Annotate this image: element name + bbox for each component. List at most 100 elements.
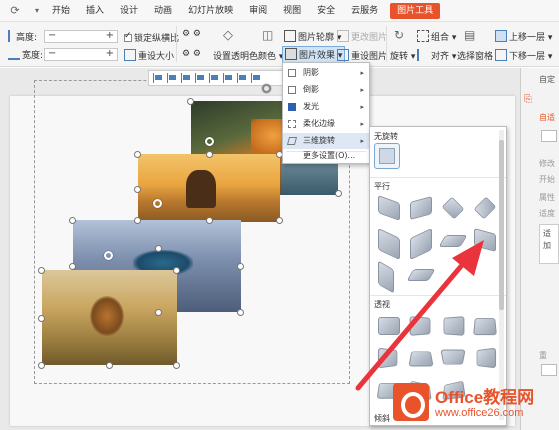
bring-forward-button[interactable]: 上移一层 ▾ bbox=[495, 30, 552, 43]
parallel-option-10[interactable] bbox=[406, 269, 436, 281]
rotate-handle-icon[interactable] bbox=[205, 137, 214, 146]
deer-photo[interactable] bbox=[138, 154, 280, 222]
align-center-icon[interactable] bbox=[167, 73, 178, 83]
distribute-h-icon[interactable] bbox=[237, 73, 248, 83]
resize-handle[interactable] bbox=[155, 245, 162, 252]
align-middle-icon[interactable] bbox=[209, 73, 220, 83]
align-right-icon[interactable] bbox=[181, 73, 192, 83]
tab-slideshow[interactable]: 幻灯片放映 bbox=[180, 0, 241, 22]
lock-ratio-checkbox[interactable]: 锁定纵横比 bbox=[124, 31, 179, 44]
perspective-option-3[interactable] bbox=[443, 316, 465, 336]
tab-insert[interactable]: 插入 bbox=[78, 0, 112, 22]
send-backward-button[interactable]: 下移一层 ▾ bbox=[495, 49, 552, 62]
scrollbar-thumb[interactable] bbox=[499, 140, 504, 310]
pane-field[interactable] bbox=[541, 364, 557, 376]
rotate-handle-icon[interactable] bbox=[153, 199, 162, 208]
resize-handle[interactable] bbox=[38, 362, 45, 369]
rotate-handle-icon[interactable] bbox=[262, 84, 271, 93]
resize-handle[interactable] bbox=[206, 151, 213, 158]
crop-icon[interactable]: ⚙ ⚙ bbox=[182, 29, 201, 39]
menu-item-3d-rotation[interactable]: 三维旋转 ▸ bbox=[283, 133, 369, 149]
resize-handle[interactable] bbox=[206, 217, 213, 224]
minus-icon[interactable]: − bbox=[48, 30, 56, 41]
parallel-option-5[interactable] bbox=[378, 227, 400, 261]
reset-size-button[interactable]: 重设大小 bbox=[124, 49, 174, 62]
resize-handle[interactable] bbox=[69, 263, 76, 270]
resize-handle[interactable] bbox=[134, 186, 141, 193]
tab-design[interactable]: 设计 bbox=[112, 0, 146, 22]
effects-button[interactable]: 图片效果 ▾ bbox=[282, 46, 346, 63]
menu-item-soft-edges[interactable]: 柔化边缘 ▸ bbox=[283, 116, 369, 132]
resize-handle[interactable] bbox=[38, 315, 45, 322]
resize-handle[interactable] bbox=[237, 309, 244, 316]
resize-handle[interactable] bbox=[237, 263, 244, 270]
parallel-option-6[interactable] bbox=[410, 227, 432, 261]
tab-animation[interactable]: 动画 bbox=[146, 0, 180, 22]
dropdown-icon[interactable]: ▾ bbox=[30, 6, 44, 15]
menu-item-shadow[interactable]: 阴影 ▸ bbox=[283, 65, 369, 81]
outline-button[interactable]: 图片轮廓 ▾ bbox=[284, 30, 341, 43]
no-rotation-option[interactable] bbox=[374, 143, 400, 169]
width-field[interactable]: − + bbox=[44, 48, 118, 61]
plus-icon[interactable]: + bbox=[106, 48, 114, 59]
menu-item-more-settings[interactable]: 更多设置(O)... bbox=[283, 148, 369, 164]
tab-view[interactable]: 视图 bbox=[275, 0, 309, 22]
parallel-option-1[interactable] bbox=[378, 194, 400, 222]
rotate-handle-icon[interactable] bbox=[104, 251, 113, 260]
resize-handle[interactable] bbox=[173, 267, 180, 274]
align-left-icon[interactable] bbox=[153, 73, 164, 83]
gallery-scrollbar[interactable] bbox=[499, 130, 504, 420]
resize-handle[interactable] bbox=[155, 309, 162, 316]
distribute-v-icon[interactable] bbox=[251, 73, 262, 83]
reset-picture-button[interactable]: 重设图片 bbox=[337, 49, 387, 62]
plus-icon[interactable]: + bbox=[106, 30, 114, 41]
group-button[interactable]: 组合 ▾ bbox=[417, 30, 456, 43]
align-bottom-icon[interactable] bbox=[223, 73, 234, 83]
resize-handle[interactable] bbox=[134, 217, 141, 224]
menu-item-glow[interactable]: 发光 ▸ bbox=[283, 99, 369, 115]
select-pane-button[interactable]: 选择窗格 bbox=[457, 49, 493, 62]
rotate-button[interactable]: 旋转 ▾ bbox=[390, 49, 415, 62]
compress-icon[interactable]: ⚙ ⚙ bbox=[182, 49, 201, 59]
perspective-option-5[interactable] bbox=[377, 347, 398, 369]
checkbox-icon[interactable] bbox=[124, 31, 132, 42]
perspective-option-2[interactable] bbox=[409, 316, 431, 336]
parallel-option-7[interactable] bbox=[438, 235, 468, 247]
resize-handle[interactable] bbox=[335, 190, 342, 197]
resize-handle[interactable] bbox=[173, 362, 180, 369]
set-transparent-button[interactable]: 设置透明色 bbox=[213, 49, 258, 62]
pane-icon[interactable]: ⎘ bbox=[524, 94, 532, 105]
align-button[interactable]: 对齐 ▾ bbox=[417, 49, 456, 62]
change-picture-button[interactable]: 更改图片 bbox=[337, 30, 387, 43]
parallel-option-9[interactable] bbox=[378, 260, 394, 294]
parallel-option-2[interactable] bbox=[410, 196, 432, 220]
pane-tab[interactable]: 自适 bbox=[539, 112, 555, 123]
perspective-option-1[interactable] bbox=[378, 317, 400, 335]
menu-item-reflection[interactable]: 倒影 ▸ bbox=[283, 82, 369, 98]
tab-security[interactable]: 安全 bbox=[309, 0, 343, 22]
resize-handle[interactable] bbox=[187, 98, 194, 105]
undo-icon[interactable]: ⟳ bbox=[0, 4, 30, 17]
perspective-option-7[interactable] bbox=[440, 349, 466, 365]
resize-handle[interactable] bbox=[106, 362, 113, 369]
resize-handle[interactable] bbox=[38, 267, 45, 274]
tab-home[interactable]: 开始 bbox=[44, 0, 78, 22]
parallel-option-4[interactable] bbox=[473, 196, 497, 220]
parallel-option-3[interactable] bbox=[441, 196, 465, 220]
parallel-option-8[interactable] bbox=[474, 228, 496, 252]
tab-cloud[interactable]: 云服务 bbox=[343, 0, 386, 22]
perspective-option-8[interactable] bbox=[476, 347, 497, 369]
minus-icon[interactable]: − bbox=[48, 48, 56, 59]
lion-photo[interactable] bbox=[42, 270, 177, 365]
tab-picture-tools[interactable]: 图片工具 bbox=[390, 2, 441, 19]
height-field[interactable]: − + bbox=[44, 30, 118, 43]
resize-handle[interactable] bbox=[134, 151, 141, 158]
tab-review[interactable]: 审阅 bbox=[241, 0, 275, 22]
resize-handle[interactable] bbox=[69, 217, 76, 224]
perspective-option-4[interactable] bbox=[473, 318, 497, 336]
pane-button[interactable] bbox=[541, 130, 557, 142]
resize-handle[interactable] bbox=[276, 217, 283, 224]
color-button[interactable]: 颜色 ▾ bbox=[258, 49, 283, 62]
perspective-option-6[interactable] bbox=[408, 351, 434, 367]
align-top-icon[interactable] bbox=[195, 73, 206, 83]
